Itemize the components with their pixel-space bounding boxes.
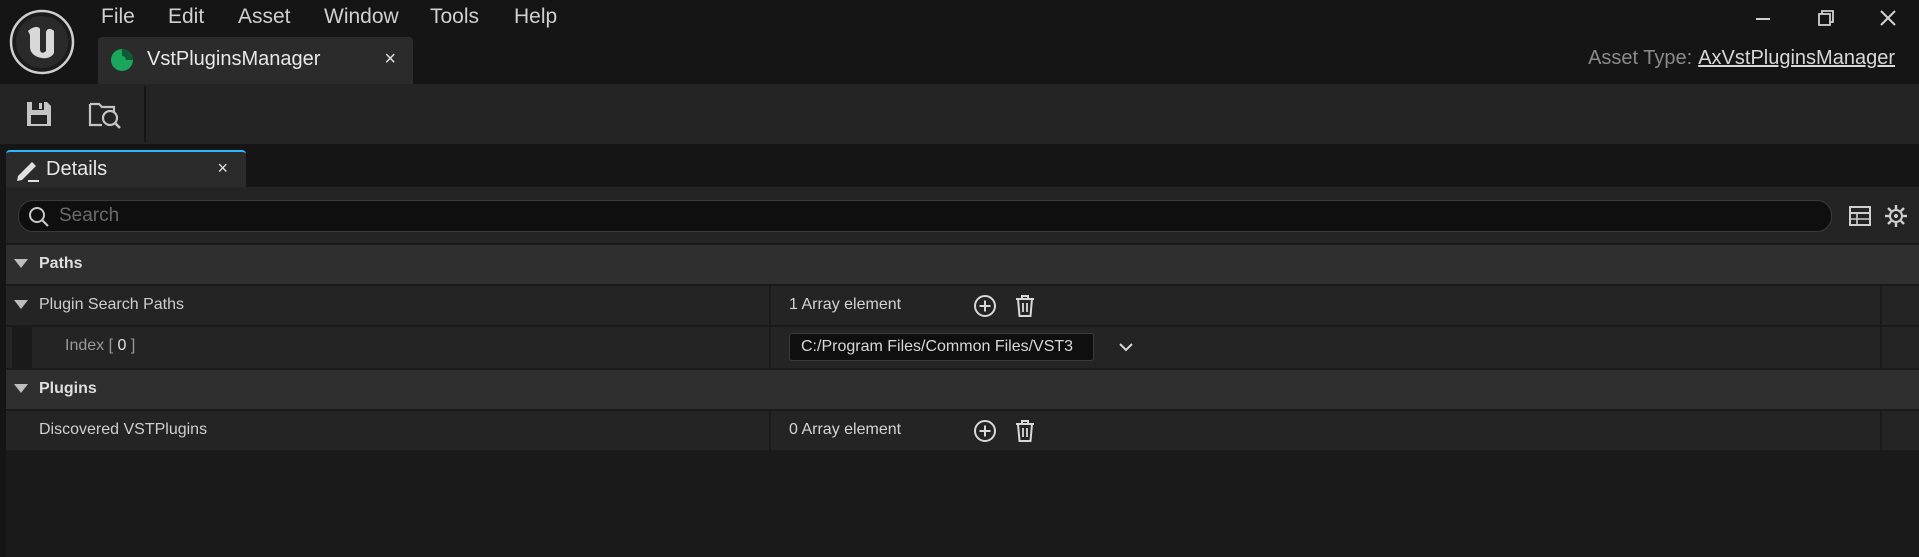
indent-guide <box>12 327 32 368</box>
array-count: 0 Array element <box>789 421 902 438</box>
category-plugins[interactable]: Plugins <box>6 369 1919 409</box>
menu-help[interactable]: Help <box>514 4 557 30</box>
menu-file[interactable]: File <box>101 4 135 30</box>
chevron-down-icon[interactable] <box>14 300 28 310</box>
property-label: Plugin Search Paths <box>39 296 184 313</box>
property-label: Discovered VSTPlugins <box>39 421 208 438</box>
asset-type-icon <box>110 48 134 72</box>
details-tab-title: Details <box>46 158 108 180</box>
chevron-down-icon[interactable] <box>14 384 28 394</box>
pencil-icon <box>14 158 40 182</box>
directory-path-field[interactable]: C:/Program Files/Common Files/VST3 <box>789 333 1094 361</box>
property-row-plugin-search-paths: Plugin Search Paths 1 Array element <box>6 285 1919 325</box>
tab-vst-plugins-manager[interactable]: VstPluginsManager × <box>98 37 413 84</box>
minimize-icon[interactable] <box>1751 6 1775 30</box>
index-label: Index [ 0 ] <box>65 337 136 354</box>
property-matrix-icon[interactable] <box>1848 204 1872 228</box>
search-field[interactable] <box>18 200 1832 232</box>
category-paths[interactable]: Paths <box>6 244 1919 284</box>
tab-details[interactable]: Details × <box>6 150 246 187</box>
trash-icon[interactable] <box>1013 294 1037 318</box>
menu-edit[interactable]: Edit <box>168 4 204 30</box>
category-label: Plugins <box>39 380 97 397</box>
menu-window[interactable]: Window <box>324 4 399 30</box>
asset-type-indicator: Asset Type: AxVstPluginsManager <box>1588 47 1895 70</box>
column-splitter[interactable] <box>769 411 771 450</box>
asset-type-link[interactable]: AxVstPluginsManager <box>1698 47 1895 69</box>
search-icon <box>28 206 50 228</box>
column-splitter-right <box>1880 327 1882 368</box>
save-icon[interactable] <box>24 99 54 129</box>
tab-close-button[interactable]: × <box>384 48 396 71</box>
category-label: Paths <box>39 255 83 272</box>
add-element-icon[interactable] <box>973 419 997 443</box>
array-index-row: Index [ 0 ] C:/Program Files/Common File… <box>6 326 1919 368</box>
menu-asset[interactable]: Asset <box>238 4 291 30</box>
browse-folder-icon[interactable] <box>88 98 122 130</box>
menu-tools[interactable]: Tools <box>430 4 479 30</box>
tab-title: VstPluginsManager <box>147 48 321 70</box>
toolbar-separator <box>144 86 146 142</box>
asset-type-label: Asset Type: <box>1588 47 1693 69</box>
column-splitter[interactable] <box>769 286 771 325</box>
search-input[interactable] <box>57 203 1821 229</box>
chevron-down-icon[interactable] <box>1118 341 1134 353</box>
unreal-logo-icon[interactable] <box>9 9 75 75</box>
details-tab-close-button[interactable]: × <box>217 158 228 179</box>
add-element-icon[interactable] <box>973 294 997 318</box>
column-splitter[interactable] <box>769 327 771 368</box>
property-row-discovered-vst-plugins: Discovered VSTPlugins 0 Array element <box>6 410 1919 450</box>
column-splitter-right <box>1880 411 1882 450</box>
array-count: 1 Array element <box>789 296 902 313</box>
toolbar <box>0 84 1919 144</box>
trash-icon[interactable] <box>1013 419 1037 443</box>
close-window-icon[interactable] <box>1876 6 1900 30</box>
column-splitter-right <box>1880 286 1882 325</box>
restore-icon[interactable] <box>1814 6 1838 30</box>
settings-gear-icon[interactable] <box>1884 204 1908 228</box>
chevron-down-icon[interactable] <box>14 259 28 269</box>
